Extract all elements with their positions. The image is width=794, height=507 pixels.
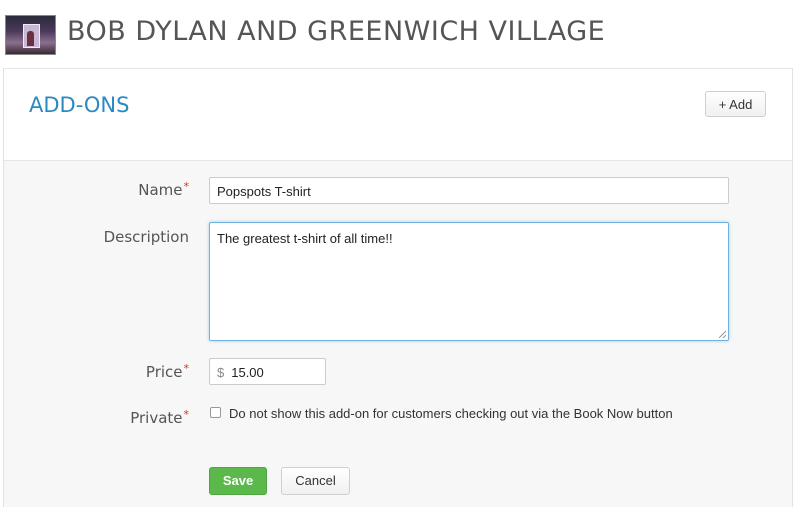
panel-header: ADD-ONS + Add <box>4 69 792 161</box>
page-title: BOB DYLAN AND GREENWICH VILLAGE <box>67 16 606 47</box>
private-label: Private* <box>130 408 190 427</box>
add-ons-panel: ADD-ONS + Add Name* Popspots T-shirt Des… <box>3 68 793 507</box>
private-checkbox-label[interactable]: Do not show this add-on for customers ch… <box>229 406 673 421</box>
description-label: Description <box>103 228 189 246</box>
resize-handle-icon[interactable] <box>719 331 726 338</box>
add-addon-button[interactable]: + Add <box>705 91 766 117</box>
top-bar: BOB DYLAN AND GREENWICH VILLAGE <box>0 0 794 68</box>
price-value: 15.00 <box>231 365 264 380</box>
description-textarea[interactable]: The greatest t-shirt of all time!! <box>209 222 729 341</box>
section-title: ADD-ONS <box>29 93 130 117</box>
private-checkbox[interactable] <box>210 407 221 418</box>
tour-thumbnail-image <box>5 15 56 55</box>
description-text: The greatest t-shirt of all time!! <box>217 231 393 246</box>
save-button[interactable]: Save <box>209 467 267 495</box>
required-marker: * <box>183 362 190 375</box>
price-input[interactable]: $15.00 <box>209 358 326 385</box>
name-label: Name* <box>138 180 190 199</box>
name-input[interactable]: Popspots T-shirt <box>209 177 729 204</box>
required-marker: * <box>183 408 190 421</box>
currency-symbol: $ <box>217 365 225 380</box>
required-marker: * <box>183 180 190 193</box>
price-label: Price* <box>145 362 190 381</box>
cancel-button[interactable]: Cancel <box>281 467 350 495</box>
